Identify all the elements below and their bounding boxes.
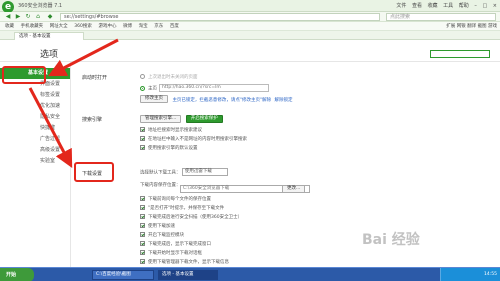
system-tray: 14:55 xyxy=(440,268,500,281)
arrow-to-download-settings xyxy=(28,87,73,168)
clock: 14:55 xyxy=(484,272,497,277)
taskbar-item-explorer[interactable]: C:\百度经验\截图 xyxy=(92,270,154,280)
arrow-to-basic-settings xyxy=(48,38,119,77)
watermark-logo: Bai 经验 xyxy=(362,232,420,248)
annotation-arrows xyxy=(28,38,119,168)
taskbar-item-browser[interactable]: 选项 - 基本设置 xyxy=(158,270,218,280)
start-button[interactable]: 开始 xyxy=(0,268,34,281)
taskbar: 开始 C:\百度经验\截图 选项 - 基本设置 14:55 xyxy=(0,267,500,281)
